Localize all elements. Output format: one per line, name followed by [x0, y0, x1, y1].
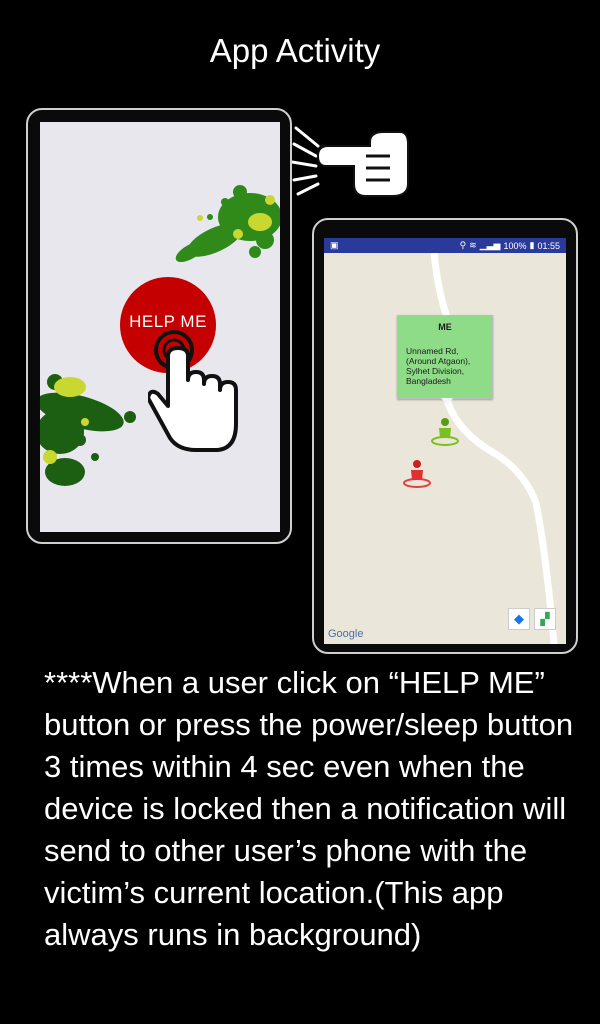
directions-button[interactable]: ◆	[508, 608, 530, 630]
info-card-heading: ME	[438, 322, 452, 332]
info-card-pointer	[441, 398, 453, 405]
location-info-card[interactable]: ME Unnamed Rd, (Around Atgaon), Sylhet D…	[397, 315, 493, 399]
description-text: ****When a user click on “HELP ME” butto…	[44, 665, 574, 952]
help-phone-frame: HELP ME	[26, 108, 292, 544]
pointing-hand-icon	[292, 126, 409, 197]
status-bar: ▣ ⚲ ≋ ▁▃▅ 100% ▮ 01:55	[324, 238, 566, 253]
signal-icon: ▁▃▅	[479, 240, 501, 250]
map-phone-screen: ▣ ⚲ ≋ ▁▃▅ 100% ▮ 01:55 ME Unnamed Rd, (A…	[324, 238, 566, 644]
page-title: App Activity	[209, 32, 381, 69]
info-card-address: Unnamed Rd, (Around Atgaon), Sylhet Divi…	[406, 346, 471, 386]
victim-location-marker-icon[interactable]	[402, 458, 432, 488]
battery-level: 100%	[503, 240, 527, 251]
map-phone-frame: ▣ ⚲ ≋ ▁▃▅ 100% ▮ 01:55 ME Unnamed Rd, (A…	[312, 218, 578, 654]
clock: 01:55	[537, 240, 560, 251]
wifi-icon: ≋	[469, 240, 477, 250]
tap-hand-icon	[148, 330, 238, 452]
location-icon: ⚲	[459, 240, 467, 250]
my-location-marker-icon[interactable]	[430, 416, 460, 446]
help-phone-screen: HELP ME	[40, 122, 280, 532]
google-logo: Google	[328, 628, 364, 640]
battery-icon: ▮	[529, 240, 535, 250]
directions-icon: ◆	[514, 611, 524, 626]
open-maps-button[interactable]: ▞	[534, 608, 556, 630]
image-icon: ▣	[330, 240, 339, 250]
map-view[interactable]	[324, 253, 566, 644]
maps-icon: ▞	[540, 612, 550, 626]
